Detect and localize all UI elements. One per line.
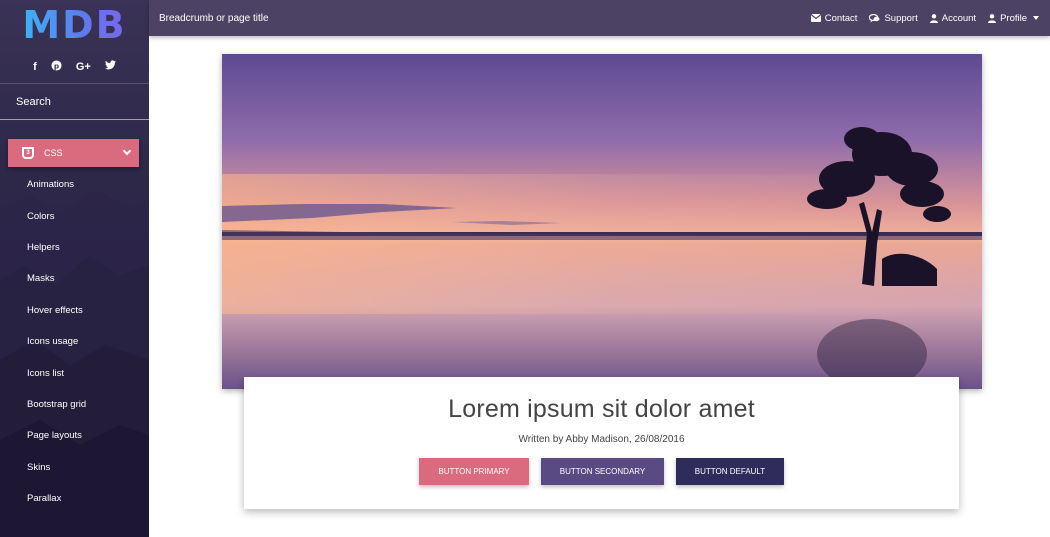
user-icon — [929, 13, 938, 23]
search-box — [0, 84, 149, 120]
sidebar-menu: Animations Colors Helpers Masks Hover ef… — [0, 169, 149, 514]
css-section-toggle[interactable]: 3 CSS — [8, 139, 139, 167]
css3-icon: 3 — [22, 147, 34, 159]
mdb-logo[interactable]: MDB — [0, 0, 149, 50]
sidebar-item-icons-list[interactable]: Icons list — [0, 357, 149, 388]
twitter-icon[interactable] — [104, 60, 116, 73]
nav-profile-label: Profile — [1000, 12, 1027, 24]
search-input[interactable] — [16, 95, 136, 108]
sidebar-item-skins[interactable]: Skins — [0, 452, 149, 483]
button-primary[interactable]: Button Primary — [419, 458, 529, 485]
button-secondary[interactable]: Button Secondary — [541, 458, 664, 485]
sidebar: MDB f p G+ 3 CSS Animations Colors Helpe… — [0, 0, 149, 537]
top-navbar: Breadcrumb or page title Contact Support… — [149, 0, 1050, 36]
nav-profile-dropdown[interactable]: Profile — [988, 13, 1039, 24]
sidebar-item-page-layouts[interactable]: Page layouts — [0, 420, 149, 451]
sidebar-item-bootstrap-grid[interactable]: Bootstrap grid — [0, 389, 149, 420]
sidebar-item-masks[interactable]: Masks — [0, 263, 149, 294]
card-title: Lorem ipsum sit dolor amet — [448, 395, 755, 423]
sidebar-item-colors[interactable]: Colors — [0, 200, 149, 231]
sidebar-item-icons-usage[interactable]: Icons usage — [0, 326, 149, 357]
sidebar-item-parallax[interactable]: Parallax — [0, 483, 149, 514]
google-plus-icon[interactable]: G+ — [76, 61, 91, 73]
content-card: Lorem ipsum sit dolor amet Written by Ab… — [244, 377, 959, 509]
breadcrumb: Breadcrumb or page title — [159, 12, 269, 24]
card-byline: Written by Abby Madison, 26/08/2016 — [518, 434, 685, 445]
button-default[interactable]: Button Default — [676, 458, 784, 485]
social-links: f p G+ — [0, 50, 149, 84]
sidebar-item-hover-effects[interactable]: Hover effects — [0, 295, 149, 326]
user-icon — [988, 13, 997, 23]
nav-account[interactable]: Account — [929, 12, 977, 24]
envelope-icon — [810, 14, 821, 22]
css-section-label: CSS — [44, 148, 63, 158]
comments-icon — [869, 13, 880, 22]
nav-support[interactable]: Support — [869, 12, 918, 24]
nav-contact-label: Contact — [824, 12, 858, 24]
pinterest-icon[interactable]: p — [51, 59, 62, 74]
chevron-down-icon — [122, 146, 132, 156]
caret-down-icon — [1033, 16, 1039, 20]
nav-support-label: Support — [884, 12, 918, 24]
sidebar-item-helpers[interactable]: Helpers — [0, 232, 149, 263]
sidebar-item-animations[interactable]: Animations — [0, 169, 149, 200]
nav-contact[interactable]: Contact — [810, 12, 858, 24]
svg-text:p: p — [54, 61, 59, 70]
nav-account-label: Account — [941, 12, 977, 24]
top-nav-links: Contact Support Account Profile — [810, 12, 1039, 24]
hero-image — [222, 54, 982, 389]
card-buttons: Button Primary Button Secondary Button D… — [244, 458, 959, 485]
facebook-icon[interactable]: f — [33, 61, 37, 73]
